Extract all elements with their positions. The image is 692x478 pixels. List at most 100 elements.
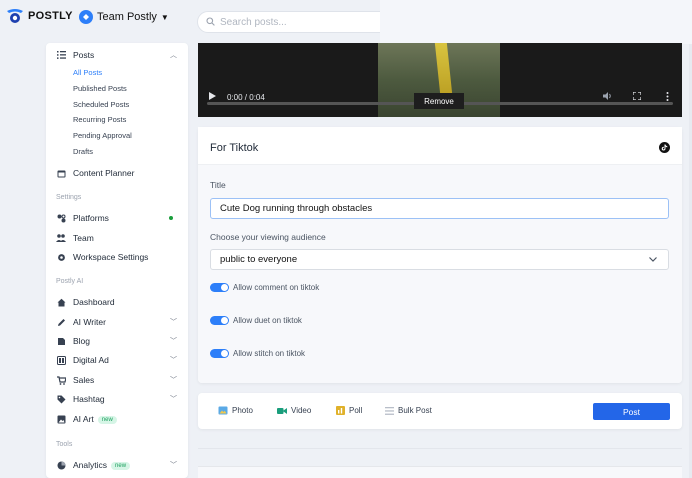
search-input[interactable] — [220, 16, 390, 28]
sidebar-item-label: Blog — [73, 336, 91, 346]
card-header: For Tiktok — [198, 127, 682, 165]
platforms-icon — [56, 213, 66, 223]
team-switcher[interactable]: Team Postly ▼ — [79, 10, 169, 24]
title-input[interactable] — [210, 198, 669, 219]
image-icon — [56, 414, 66, 424]
section-heading-postly-ai: Postly AI — [56, 278, 84, 285]
sidebar-item-dashboard[interactable]: Dashboard — [46, 294, 188, 310]
sidebar-item-blog[interactable]: Blog ﹀ — [46, 333, 188, 349]
sidebar-item-hashtag[interactable]: Hashtag ﹀ — [46, 391, 188, 407]
team-name: Team Postly — [97, 11, 157, 23]
sidebar-item-ai-writer[interactable]: AI Writer ﹀ — [46, 314, 188, 330]
sub-item-all-posts[interactable]: All Posts — [73, 68, 102, 77]
audience-label: Choose your viewing audience — [210, 232, 326, 242]
chevron-down-icon: ﹀ — [170, 462, 177, 469]
sidebar-item-label: Team — [73, 233, 94, 243]
gear-icon — [56, 252, 66, 262]
fullscreen-icon[interactable] — [632, 91, 642, 102]
chevron-up-icon: ︿ — [170, 52, 177, 59]
search-icon — [206, 13, 215, 31]
audience-select[interactable]: public to everyone — [210, 249, 669, 270]
sub-item-scheduled-posts[interactable]: Scheduled Posts — [73, 100, 129, 109]
sidebar-item-digital-ad[interactable]: Digital Ad ﹀ — [46, 352, 188, 368]
logo-text: POSTLY — [28, 10, 73, 22]
sidebar-item-label: AI Writer — [73, 317, 106, 327]
sidebar-item-sales[interactable]: Sales ﹀ — [46, 372, 188, 388]
add-photo-button[interactable]: Photo — [218, 406, 253, 415]
section-heading-tools: Tools — [56, 441, 73, 448]
sidebar-item-platforms[interactable]: Platforms — [46, 210, 188, 226]
sidebar-item-label: Hashtag — [73, 394, 105, 404]
pen-icon — [56, 317, 66, 327]
calendar-icon — [56, 168, 66, 178]
search-bar[interactable] — [197, 11, 402, 33]
toggle-allow-stitch[interactable]: Allow stitch on tiktok — [210, 349, 305, 358]
home-icon — [56, 297, 66, 307]
chevron-down-icon: ﹀ — [170, 396, 177, 403]
toggle-allow-comment[interactable]: Allow comment on tiktok — [210, 283, 319, 292]
sidebar-item-team[interactable]: Team — [46, 230, 188, 246]
ad-icon — [56, 355, 66, 365]
photo-label: Photo — [232, 406, 253, 415]
section-heading-settings: Settings — [56, 194, 82, 201]
play-icon[interactable] — [209, 92, 216, 102]
sidebar-item-label: Content Planner — [73, 168, 135, 178]
volume-icon[interactable] — [603, 92, 613, 102]
video-time: 0:00 / 0:04 — [227, 92, 265, 102]
poll-icon — [335, 406, 345, 415]
sidebar-item-label: Posts — [73, 50, 95, 60]
pie-chart-icon — [56, 460, 66, 470]
sidebar: Posts ︿ All Posts Published Posts Schedu… — [46, 43, 188, 478]
cart-icon — [56, 375, 66, 385]
more-options-icon[interactable] — [666, 91, 669, 103]
photo-icon — [218, 406, 228, 415]
team-icon — [56, 233, 66, 243]
analytics-label: Analytics — [73, 460, 108, 470]
chevron-down-icon: ﹀ — [170, 377, 177, 384]
status-dot — [169, 216, 173, 220]
toggle-label: Allow stitch on tiktok — [233, 349, 306, 358]
audience-selected-value: public to everyone — [220, 254, 298, 265]
new-badge: new — [97, 415, 117, 424]
sidebar-item-content-planner[interactable]: Content Planner — [46, 165, 188, 181]
add-video-button[interactable]: Video — [277, 406, 311, 415]
toggle-switch[interactable] — [210, 316, 229, 325]
sidebar-item-analytics[interactable]: Analytics new ﹀ — [46, 457, 188, 473]
sub-item-recurring-posts[interactable]: Recurring Posts — [73, 115, 126, 124]
blog-icon — [56, 336, 66, 346]
chevron-down-icon: ﹀ — [170, 319, 177, 326]
sidebar-item-ai-art[interactable]: AI Art new — [46, 411, 188, 427]
remove-video-button[interactable]: Remove — [414, 93, 464, 109]
chevron-down-icon: ﹀ — [170, 338, 177, 345]
tag-icon — [56, 394, 66, 404]
add-poll-button[interactable]: Poll — [335, 406, 362, 415]
sidebar-item-label: Digital Ad — [73, 355, 109, 365]
app-logo[interactable]: POSTLY — [6, 8, 73, 24]
sub-item-pending-approval[interactable]: Pending Approval — [73, 131, 132, 140]
bulk-list-icon — [384, 406, 394, 415]
bulk-post-button[interactable]: Bulk Post — [384, 406, 432, 415]
sidebar-item-label: Platforms — [73, 213, 109, 223]
toggle-switch[interactable] — [210, 283, 229, 292]
team-avatar — [79, 10, 93, 24]
chevron-down-icon — [649, 255, 657, 264]
topbar-right-area — [380, 0, 692, 44]
toggle-label: Allow comment on tiktok — [233, 283, 320, 292]
bulk-post-label: Bulk Post — [398, 406, 432, 415]
post-button[interactable]: Post — [593, 403, 670, 420]
toggle-allow-duet[interactable]: Allow duet on tiktok — [210, 316, 302, 325]
sub-item-published-posts[interactable]: Published Posts — [73, 84, 127, 93]
next-card-edge — [198, 466, 682, 478]
sidebar-item-posts[interactable]: Posts ︿ — [46, 47, 188, 63]
sidebar-item-label: Dashboard — [73, 297, 115, 307]
new-badge: new — [111, 461, 131, 470]
sidebar-item-workspace-settings[interactable]: Workspace Settings — [46, 249, 188, 265]
poll-label: Poll — [349, 406, 363, 415]
toggle-switch[interactable] — [210, 349, 229, 358]
sub-item-drafts[interactable]: Drafts — [73, 147, 93, 156]
video-camera-icon — [277, 406, 287, 415]
tiktok-settings-card: For Tiktok Title Choose your viewing aud… — [198, 127, 682, 383]
sidebar-item-label: Analytics new — [73, 460, 131, 470]
toggle-label: Allow duet on tiktok — [233, 316, 302, 325]
post-action-bar: Photo Video Poll Bulk Post Post — [198, 393, 682, 429]
